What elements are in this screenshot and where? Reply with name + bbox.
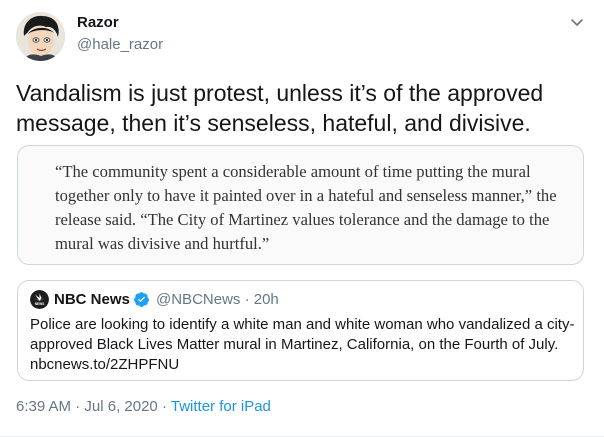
tweet-time[interactable]: 6:39 AM bbox=[16, 398, 71, 415]
attached-quote-image[interactable]: “The community spent a considerable amou… bbox=[17, 145, 584, 265]
quote-image-text: “The community spent a considerable amou… bbox=[55, 162, 557, 253]
nbc-peacock-logo: NEWS bbox=[30, 290, 49, 309]
author-handle[interactable]: @hale_razor bbox=[77, 36, 163, 53]
svg-text:NEWS: NEWS bbox=[35, 302, 45, 306]
tweet-source-link[interactable]: Twitter for iPad bbox=[171, 398, 271, 415]
tweet-date[interactable]: Jul 6, 2020 bbox=[84, 398, 157, 415]
meta-separator: · bbox=[244, 291, 250, 308]
embedded-tweet-text: Police are looking to identify a white m… bbox=[30, 315, 575, 375]
embedded-link[interactable]: nbcnews.to/2ZHPFNU bbox=[30, 356, 179, 373]
avatar-illustration bbox=[16, 12, 65, 61]
chevron-down-icon[interactable] bbox=[569, 14, 585, 30]
embedded-meta: @NBCNews · 20h bbox=[156, 291, 279, 308]
tweet-footer: 6:39 AM · Jul 6, 2020 · Twitter for iPad bbox=[16, 398, 271, 415]
embedded-author-name[interactable]: NBC News bbox=[54, 291, 130, 308]
embedded-author-handle[interactable]: @NBCNews bbox=[156, 291, 240, 308]
author-name[interactable]: Razor bbox=[77, 14, 119, 31]
embedded-time[interactable]: 20h bbox=[254, 291, 279, 308]
tweet-card: Razor @hale_razor Vandalism is just prot… bbox=[0, 0, 604, 437]
footer-separator: · bbox=[75, 398, 81, 415]
embedded-tweet[interactable]: NEWS NBC News @NBCNews · 20h Police are … bbox=[17, 280, 584, 381]
verified-badge-icon bbox=[133, 291, 150, 308]
footer-separator: · bbox=[161, 398, 167, 415]
avatar[interactable] bbox=[16, 12, 65, 61]
embedded-text-body: Police are looking to identify a white m… bbox=[30, 316, 575, 353]
tweet-text: Vandalism is just protest, unless it’s o… bbox=[16, 80, 544, 136]
